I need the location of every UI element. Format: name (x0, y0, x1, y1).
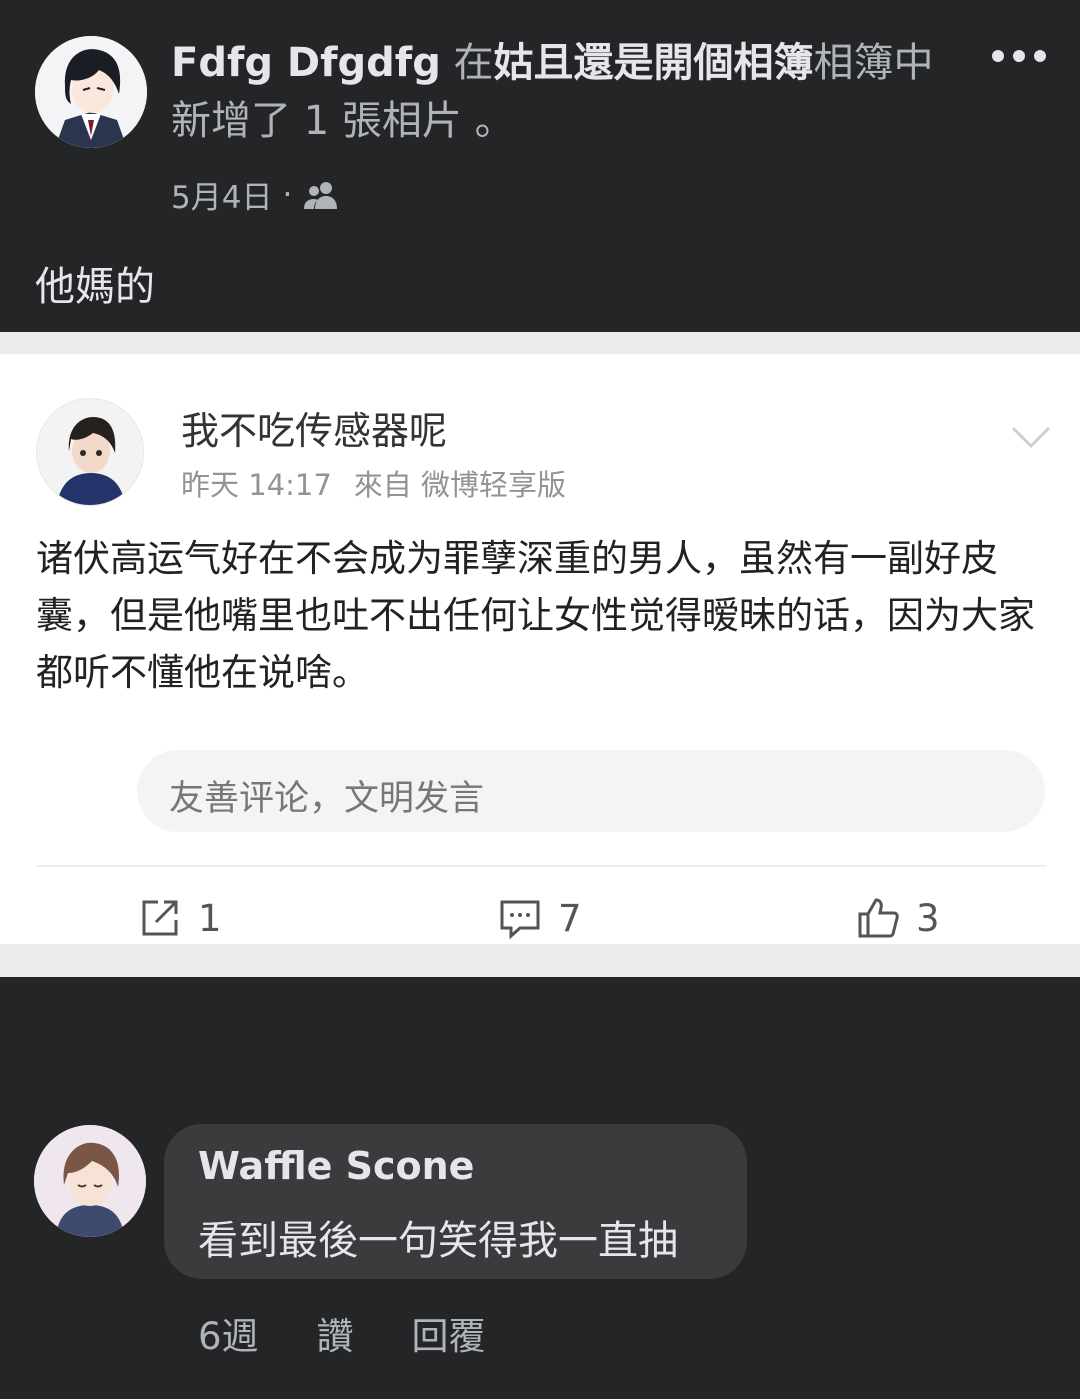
weibo-like: 3 (856, 888, 940, 948)
weibo-user-avatar (36, 398, 144, 506)
thumbs-up-icon (858, 898, 899, 938)
like-count: 3 (916, 896, 940, 940)
share-count: 1 (198, 896, 222, 940)
comment-icon (500, 900, 540, 940)
author-name[interactable]: Fdfg Dfgdfg (171, 40, 441, 86)
meta-dot: · (282, 176, 293, 213)
post-date[interactable]: 5月4日 (171, 172, 272, 217)
weibo-text: 诸伏高运气好在不会成为罪孽深重的男人，虽然有一副好皮囊，但是他嘴里也吐不出任何让… (36, 537, 1035, 694)
chevron-down-icon (1011, 426, 1051, 449)
weibo-username: 我不吃传感器呢 (181, 409, 448, 453)
comment-actions: 6週 讚 回覆 (198, 1306, 544, 1360)
weibo-divider (36, 865, 1046, 867)
comment-age[interactable]: 6週 (198, 1306, 259, 1360)
comment-reply-button[interactable]: 回覆 (412, 1306, 486, 1360)
shared-photo[interactable]: 我不吃传感器呢 昨天 14:17 來自 微博轻享版 诸伏高运气好在不会成为罪孽深重… (0, 332, 1080, 977)
commenter-avatar[interactable] (34, 1125, 146, 1237)
weibo-share: 1 (138, 888, 222, 948)
album-link[interactable]: 姑且還是開個相簿 (494, 40, 814, 86)
more-dots-icon[interactable] (992, 40, 1056, 72)
post-title: Fdfg Dfgdfg 在姑且還是開個相簿相簿中 新增了 1 張相片 。 (171, 34, 961, 150)
author-avatar[interactable] (35, 36, 147, 148)
comment-text: 看到最後一句笑得我一直抽 (198, 1218, 678, 1264)
post-action-text: 新增了 1 張相片 。 (171, 98, 515, 144)
post-body-text: 他媽的 (35, 264, 155, 310)
in-word: 在 (440, 40, 494, 86)
comment-count: 7 (558, 896, 582, 940)
commenter-name[interactable]: Waffle Scone (198, 1144, 474, 1188)
album-suffix: 相簿中 (813, 40, 934, 86)
friends-icon (304, 181, 338, 209)
share-icon (142, 900, 178, 936)
weibo-comment-count: 7 (498, 888, 582, 948)
comment-like-button[interactable]: 讚 (317, 1306, 354, 1360)
weibo-time: 昨天 14:17 (181, 468, 332, 502)
weibo-comment-box: 友善评论，文明发言 (137, 750, 1045, 832)
weibo-card: 我不吃传感器呢 昨天 14:17 來自 微博轻享版 诸伏高运气好在不会成为罪孽深重… (0, 354, 1080, 944)
comment-bubble: Waffle Scone 看到最後一句笑得我一直抽 (164, 1124, 747, 1279)
weibo-source: 來自 微博轻享版 (353, 468, 567, 502)
post-meta: 5月4日 · (171, 172, 340, 217)
post-header: Fdfg Dfgdfg 在姑且還是開個相簿相簿中 新增了 1 張相片 。 5月4… (0, 0, 1080, 332)
weibo-meta: 昨天 14:17 來自 微博轻享版 (181, 462, 566, 504)
weibo-comment-placeholder: 友善评论，文明发言 (169, 779, 485, 819)
